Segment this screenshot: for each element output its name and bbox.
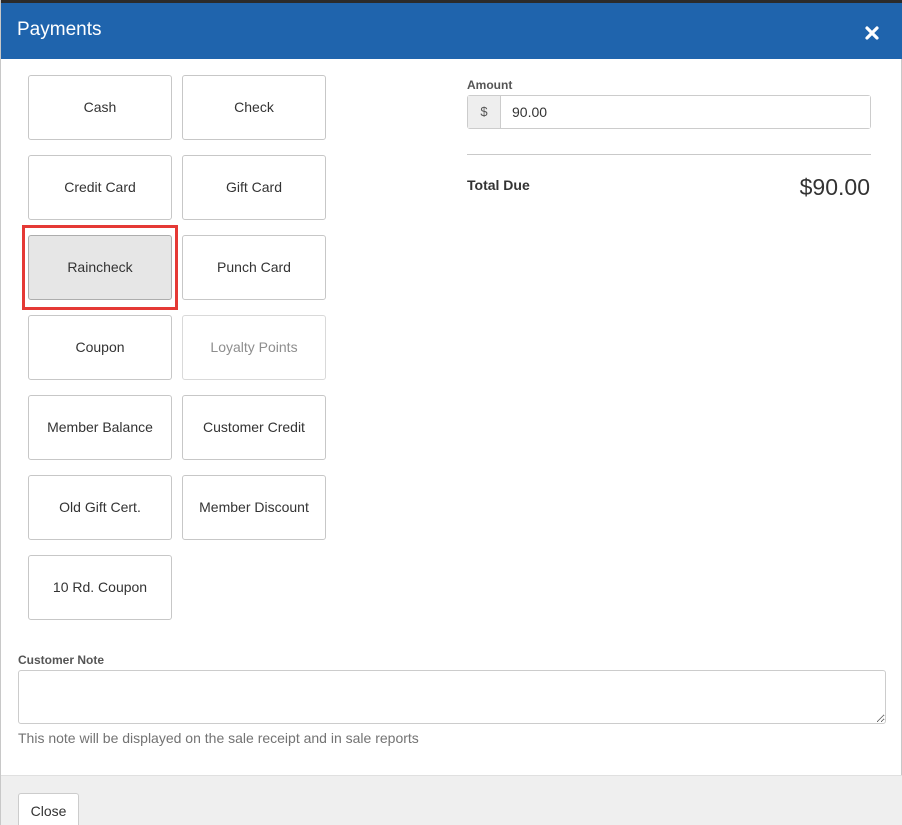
dialog-footer: Close (1, 775, 902, 825)
amount-input-group: $ (467, 95, 871, 129)
customer-note-textarea[interactable] (18, 670, 886, 724)
customer-note-label: Customer Note (18, 653, 105, 667)
payment-coupon-button[interactable]: Coupon (28, 315, 172, 380)
customer-note-help-text: This note will be displayed on the sale … (18, 730, 419, 746)
payment-old-gift-cert-button[interactable]: Old Gift Cert. (28, 475, 172, 540)
total-due-value: $90.00 (799, 174, 870, 200)
payment-raincheck-button[interactable]: Raincheck (28, 235, 172, 300)
payment-punch-card-button[interactable]: Punch Card (182, 235, 326, 300)
payment-gift-card-button[interactable]: Gift Card (182, 155, 326, 220)
payment-10-rd-coupon-button[interactable]: 10 Rd. Coupon (28, 555, 172, 620)
payment-check-button[interactable]: Check (182, 75, 326, 140)
dialog-header: Payments (1, 0, 902, 59)
total-due-label: Total Due (467, 177, 530, 193)
payments-dialog: Payments Cash Check Credit Card Gift Car… (0, 0, 902, 825)
close-button[interactable]: Close (18, 793, 79, 825)
payment-customer-credit-button[interactable]: Customer Credit (182, 395, 326, 460)
payment-loyalty-points-button: Loyalty Points (182, 315, 326, 380)
divider (467, 154, 871, 155)
payment-credit-card-button[interactable]: Credit Card (28, 155, 172, 220)
amount-input[interactable] (501, 96, 870, 128)
currency-addon: $ (468, 96, 501, 128)
payment-member-discount-button[interactable]: Member Discount (182, 475, 326, 540)
dialog-title: Payments (17, 19, 102, 40)
payment-member-balance-button[interactable]: Member Balance (28, 395, 172, 460)
amount-label: Amount (467, 78, 513, 92)
close-icon[interactable] (861, 22, 883, 44)
payment-cash-button[interactable]: Cash (28, 75, 172, 140)
